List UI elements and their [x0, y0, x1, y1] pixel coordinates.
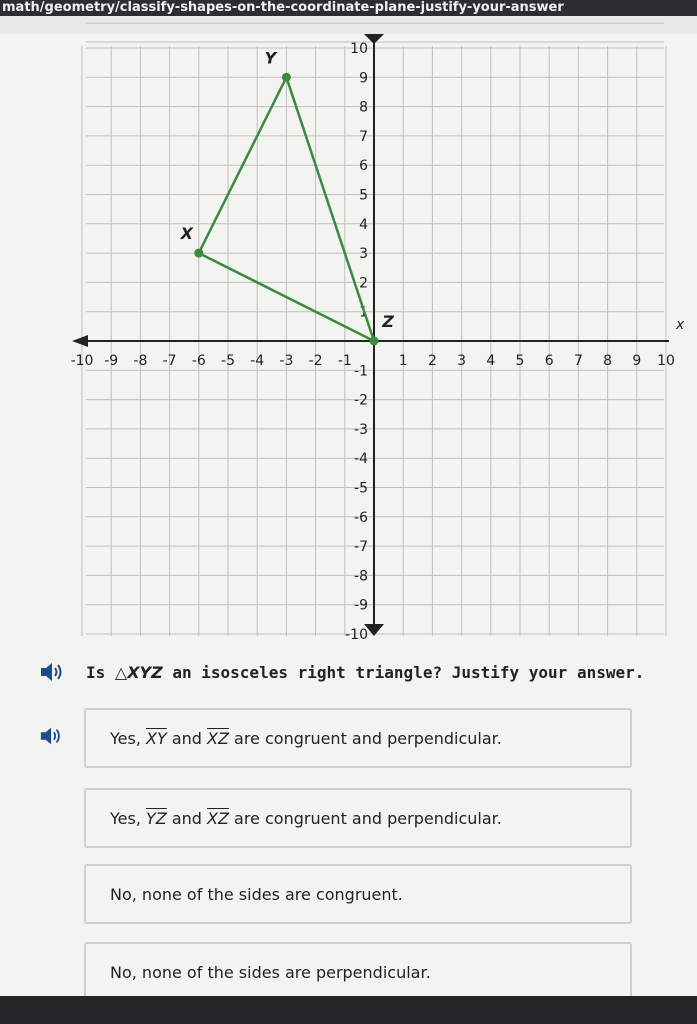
x-tick-label: 8 [603, 353, 612, 369]
vertex-point-z [369, 336, 379, 346]
x-tick-label: 2 [428, 353, 437, 369]
x-axis-left-arrow [72, 335, 88, 347]
answer-choice-3[interactable]: No, none of the sides are congruent. [84, 864, 632, 924]
bottom-bar [0, 996, 697, 1024]
coordinate-plane: x -10 -9 -8 -7 -6 -5 -4 -3 -2 -1 1 2 3 4 5 6 7 8 9 10 10 9 8 7 6… [71, 22, 685, 643]
speaker-icon[interactable] [40, 725, 64, 747]
y-tick-label: 10 [350, 41, 368, 57]
x-tick-label: 9 [632, 353, 641, 369]
vertex-label-x: X [180, 224, 194, 243]
y-tick-label: -10 [345, 627, 368, 643]
x-tick-label: 7 [574, 353, 583, 369]
x-tick-label: -7 [163, 353, 177, 369]
y-tick-label: -3 [354, 422, 368, 438]
x-tick-label: 5 [516, 353, 525, 369]
x-tick-label: 3 [457, 353, 466, 369]
y-tick-label: -6 [354, 510, 368, 526]
x-tick-label: -6 [192, 353, 206, 369]
y-tick-label: 7 [359, 129, 368, 145]
answer-choice-4[interactable]: No, none of the sides are perpendicular. [84, 942, 632, 1002]
choice-text: Yes, XY and XZ are congruent and perpend… [110, 728, 502, 748]
y-tick-label: -4 [354, 451, 368, 467]
x-tick-label: 6 [545, 353, 554, 369]
question-text: Is △XYZ an isosceles right triangle? Jus… [86, 662, 645, 682]
x-tick-label: 4 [486, 353, 495, 369]
y-tick-label: -7 [354, 539, 368, 555]
choice-text: No, none of the sides are perpendicular. [110, 962, 431, 982]
y-tick-label: -2 [354, 393, 368, 409]
vertex-label-y: Y [265, 48, 278, 67]
answer-choice-1[interactable]: Yes, XY and XZ are congruent and perpend… [84, 708, 632, 768]
y-tick-label: 9 [359, 70, 368, 86]
vertex-point-y [281, 72, 291, 82]
question: Is △XYZ an isosceles right triangle? Jus… [40, 658, 644, 686]
vertex-point-x [194, 248, 204, 258]
y-tick-label: 2 [359, 275, 368, 291]
x-tick-label: -8 [133, 353, 147, 369]
x-tick-label: -9 [104, 353, 118, 369]
x-tick-label: -1 [338, 353, 352, 369]
x-tick-label: 1 [399, 353, 408, 369]
answer-choice-2[interactable]: Yes, YZ and XZ are congruent and perpend… [84, 788, 632, 848]
speaker-icon[interactable] [40, 661, 66, 683]
choice-text: Yes, YZ and XZ are congruent and perpend… [110, 808, 502, 828]
x-tick-label: -10 [71, 353, 94, 369]
x-tick-label: -3 [279, 353, 293, 369]
x-tick-label: -4 [250, 353, 264, 369]
y-tick-label: 3 [359, 246, 368, 262]
x-axis-label: x [675, 317, 685, 333]
y-tick-label: -9 [354, 598, 368, 614]
vertex-label-z: Z [381, 312, 394, 331]
y-tick-label: 8 [359, 100, 368, 116]
choice-text: No, none of the sides are congruent. [110, 884, 403, 904]
x-tick-label: 10 [657, 353, 675, 369]
y-tick-label: 6 [359, 158, 368, 174]
y-tick-label: -8 [354, 568, 368, 584]
y-tick-label: 5 [359, 188, 368, 204]
x-tick-label: -5 [221, 353, 235, 369]
y-tick-label: 4 [359, 217, 368, 233]
y-tick-label: -5 [354, 481, 368, 497]
x-tick-label: -2 [309, 353, 323, 369]
y-tick-label: -1 [354, 363, 368, 379]
